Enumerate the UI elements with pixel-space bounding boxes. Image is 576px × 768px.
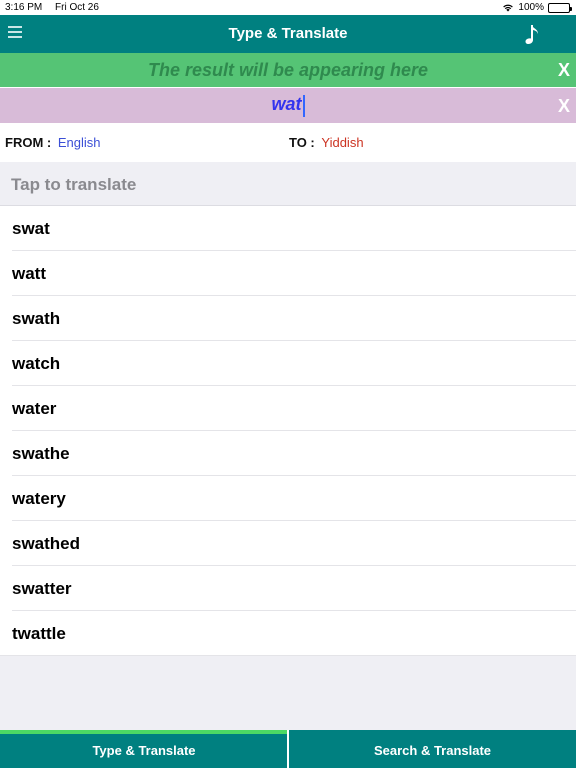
from-language-value[interactable]: English [58, 135, 101, 150]
status-date: Fri Oct 26 [55, 2, 99, 13]
result-placeholder: The result will be appearing here [147, 60, 429, 80]
status-right: 100% [502, 2, 572, 13]
wifi-icon [503, 4, 514, 12]
input-value[interactable]: wat [271, 94, 301, 114]
list-item[interactable]: swatter [0, 566, 576, 611]
status-bar: 3:16 PM Fri Oct 26 100% [0, 0, 576, 15]
battery-icon [548, 2, 572, 13]
list-header-label: Tap to translate [11, 175, 137, 194]
result-bar: The result will be appearing here X [0, 53, 576, 87]
language-row: FROM : English TO : Yiddish [0, 123, 576, 162]
suggestion-list-area: Tap to translate swat watt swath watch w… [0, 162, 576, 730]
tab-search-translate-label: Search & Translate [373, 743, 492, 758]
tab-type-translate-label: Type & Translate [92, 743, 196, 758]
suggestion-list: swat watt swath watch water swathe water… [0, 206, 576, 656]
text-cursor [302, 94, 305, 117]
list-header: Tap to translate [0, 162, 576, 206]
list-item-label: watt [12, 264, 46, 283]
to-language-selector[interactable]: TO : Yiddish [289, 135, 364, 150]
page-title: Type & Translate [228, 25, 348, 42]
list-item[interactable]: watery [0, 476, 576, 521]
from-language-selector[interactable]: FROM : English [5, 135, 100, 150]
list-item-label: watch [12, 354, 61, 373]
clear-input-button[interactable]: X [558, 96, 570, 117]
list-item[interactable]: watt [0, 251, 576, 296]
music-note-icon[interactable] [524, 23, 540, 45]
list-item[interactable]: swath [0, 296, 576, 341]
list-item-label: swathed [12, 534, 81, 553]
to-language-value[interactable]: Yiddish [321, 135, 363, 150]
to-label: TO : [289, 135, 315, 150]
text-input[interactable]: wat [0, 94, 576, 117]
list-item[interactable]: water [0, 386, 576, 431]
tab-bar: Type & Translate Search & Translate [0, 730, 576, 768]
status-time: 3:16 PM [5, 2, 43, 13]
clear-result-button[interactable]: X [558, 60, 570, 81]
status-left: 3:16 PM Fri Oct 26 [5, 2, 109, 13]
list-item-label: watery [12, 489, 66, 508]
list-item[interactable]: swat [0, 206, 576, 251]
list-item-label: swathe [12, 444, 70, 463]
from-label: FROM : [5, 135, 52, 150]
list-item[interactable]: watch [0, 341, 576, 386]
list-item-label: swatter [12, 579, 72, 598]
input-bar: wat X [0, 88, 576, 123]
list-item-label: twattle [12, 624, 66, 643]
battery-percent: 100% [518, 2, 544, 13]
list-item-label: swat [12, 219, 50, 238]
list-item[interactable]: swathe [0, 431, 576, 476]
list-item-label: swath [12, 309, 61, 328]
list-item[interactable]: swathed [0, 521, 576, 566]
list-item-label: water [12, 399, 57, 418]
list-item[interactable]: twattle [0, 611, 576, 656]
nav-bar: Type & Translate [0, 15, 576, 53]
tab-type-translate[interactable]: Type & Translate [0, 730, 288, 768]
tab-search-translate[interactable]: Search & Translate [289, 730, 576, 768]
